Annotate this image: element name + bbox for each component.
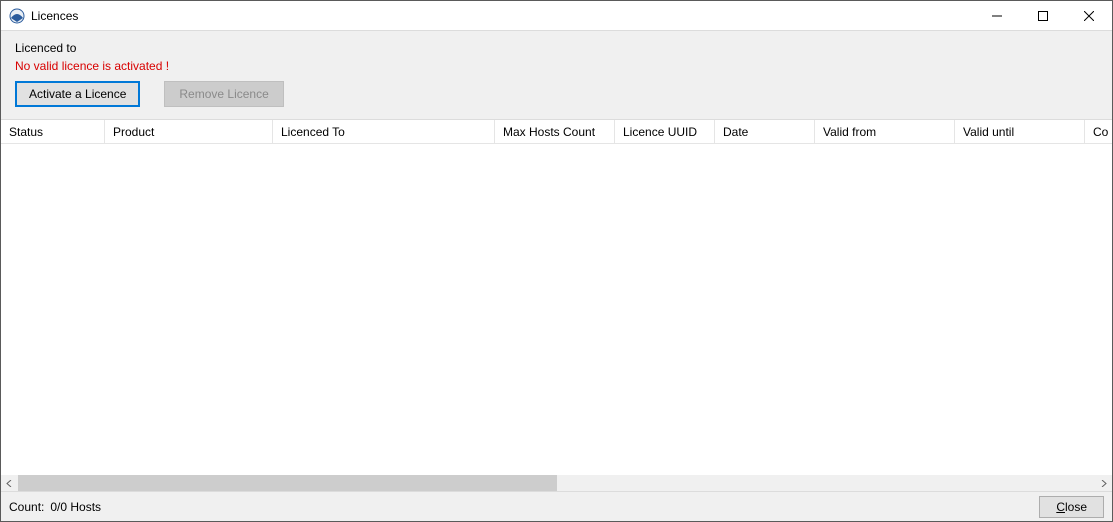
horizontal-scrollbar[interactable]	[1, 474, 1112, 491]
remove-licence-button: Remove Licence	[164, 81, 283, 107]
col-date[interactable]: Date	[715, 120, 815, 143]
col-max-hosts[interactable]: Max Hosts Count	[495, 120, 615, 143]
close-button-rest: lose	[1065, 500, 1087, 514]
maximize-button[interactable]	[1020, 1, 1066, 31]
licence-info-panel: Licenced to No valid licence is activate…	[1, 31, 1112, 120]
col-product[interactable]: Product	[105, 120, 273, 143]
col-licenced-to[interactable]: Licenced To	[273, 120, 495, 143]
close-window-button[interactable]	[1066, 1, 1112, 31]
count-value: 0/0 Hosts	[50, 500, 101, 514]
licences-window: Licences Licenced to No valid licence is…	[0, 0, 1113, 522]
app-icon	[9, 8, 25, 24]
col-co[interactable]: Co	[1085, 120, 1112, 143]
scroll-left-arrow[interactable]	[1, 475, 18, 491]
scroll-right-arrow[interactable]	[1095, 475, 1112, 491]
scroll-thumb[interactable]	[18, 475, 557, 491]
scroll-track[interactable]	[18, 475, 1095, 491]
footer-bar: Count: 0/0 Hosts Close	[1, 491, 1112, 521]
col-valid-from[interactable]: Valid from	[815, 120, 955, 143]
licence-status-message: No valid licence is activated !	[15, 59, 1098, 73]
licence-table: Status Product Licenced To Max Hosts Cou…	[1, 120, 1112, 491]
table-body	[1, 144, 1112, 474]
titlebar: Licences	[1, 1, 1112, 31]
minimize-button[interactable]	[974, 1, 1020, 31]
table-header-row: Status Product Licenced To Max Hosts Cou…	[1, 120, 1112, 144]
activate-licence-button[interactable]: Activate a Licence	[15, 81, 140, 107]
close-button[interactable]: Close	[1039, 496, 1104, 518]
close-button-accel: C	[1056, 500, 1065, 514]
licenced-to-label: Licenced to	[15, 41, 1098, 55]
col-licence-uuid[interactable]: Licence UUID	[615, 120, 715, 143]
col-valid-until[interactable]: Valid until	[955, 120, 1085, 143]
licence-actions: Activate a Licence Remove Licence	[15, 81, 1098, 107]
window-title: Licences	[31, 9, 78, 23]
count-label: Count:	[9, 500, 44, 514]
col-status[interactable]: Status	[1, 120, 105, 143]
